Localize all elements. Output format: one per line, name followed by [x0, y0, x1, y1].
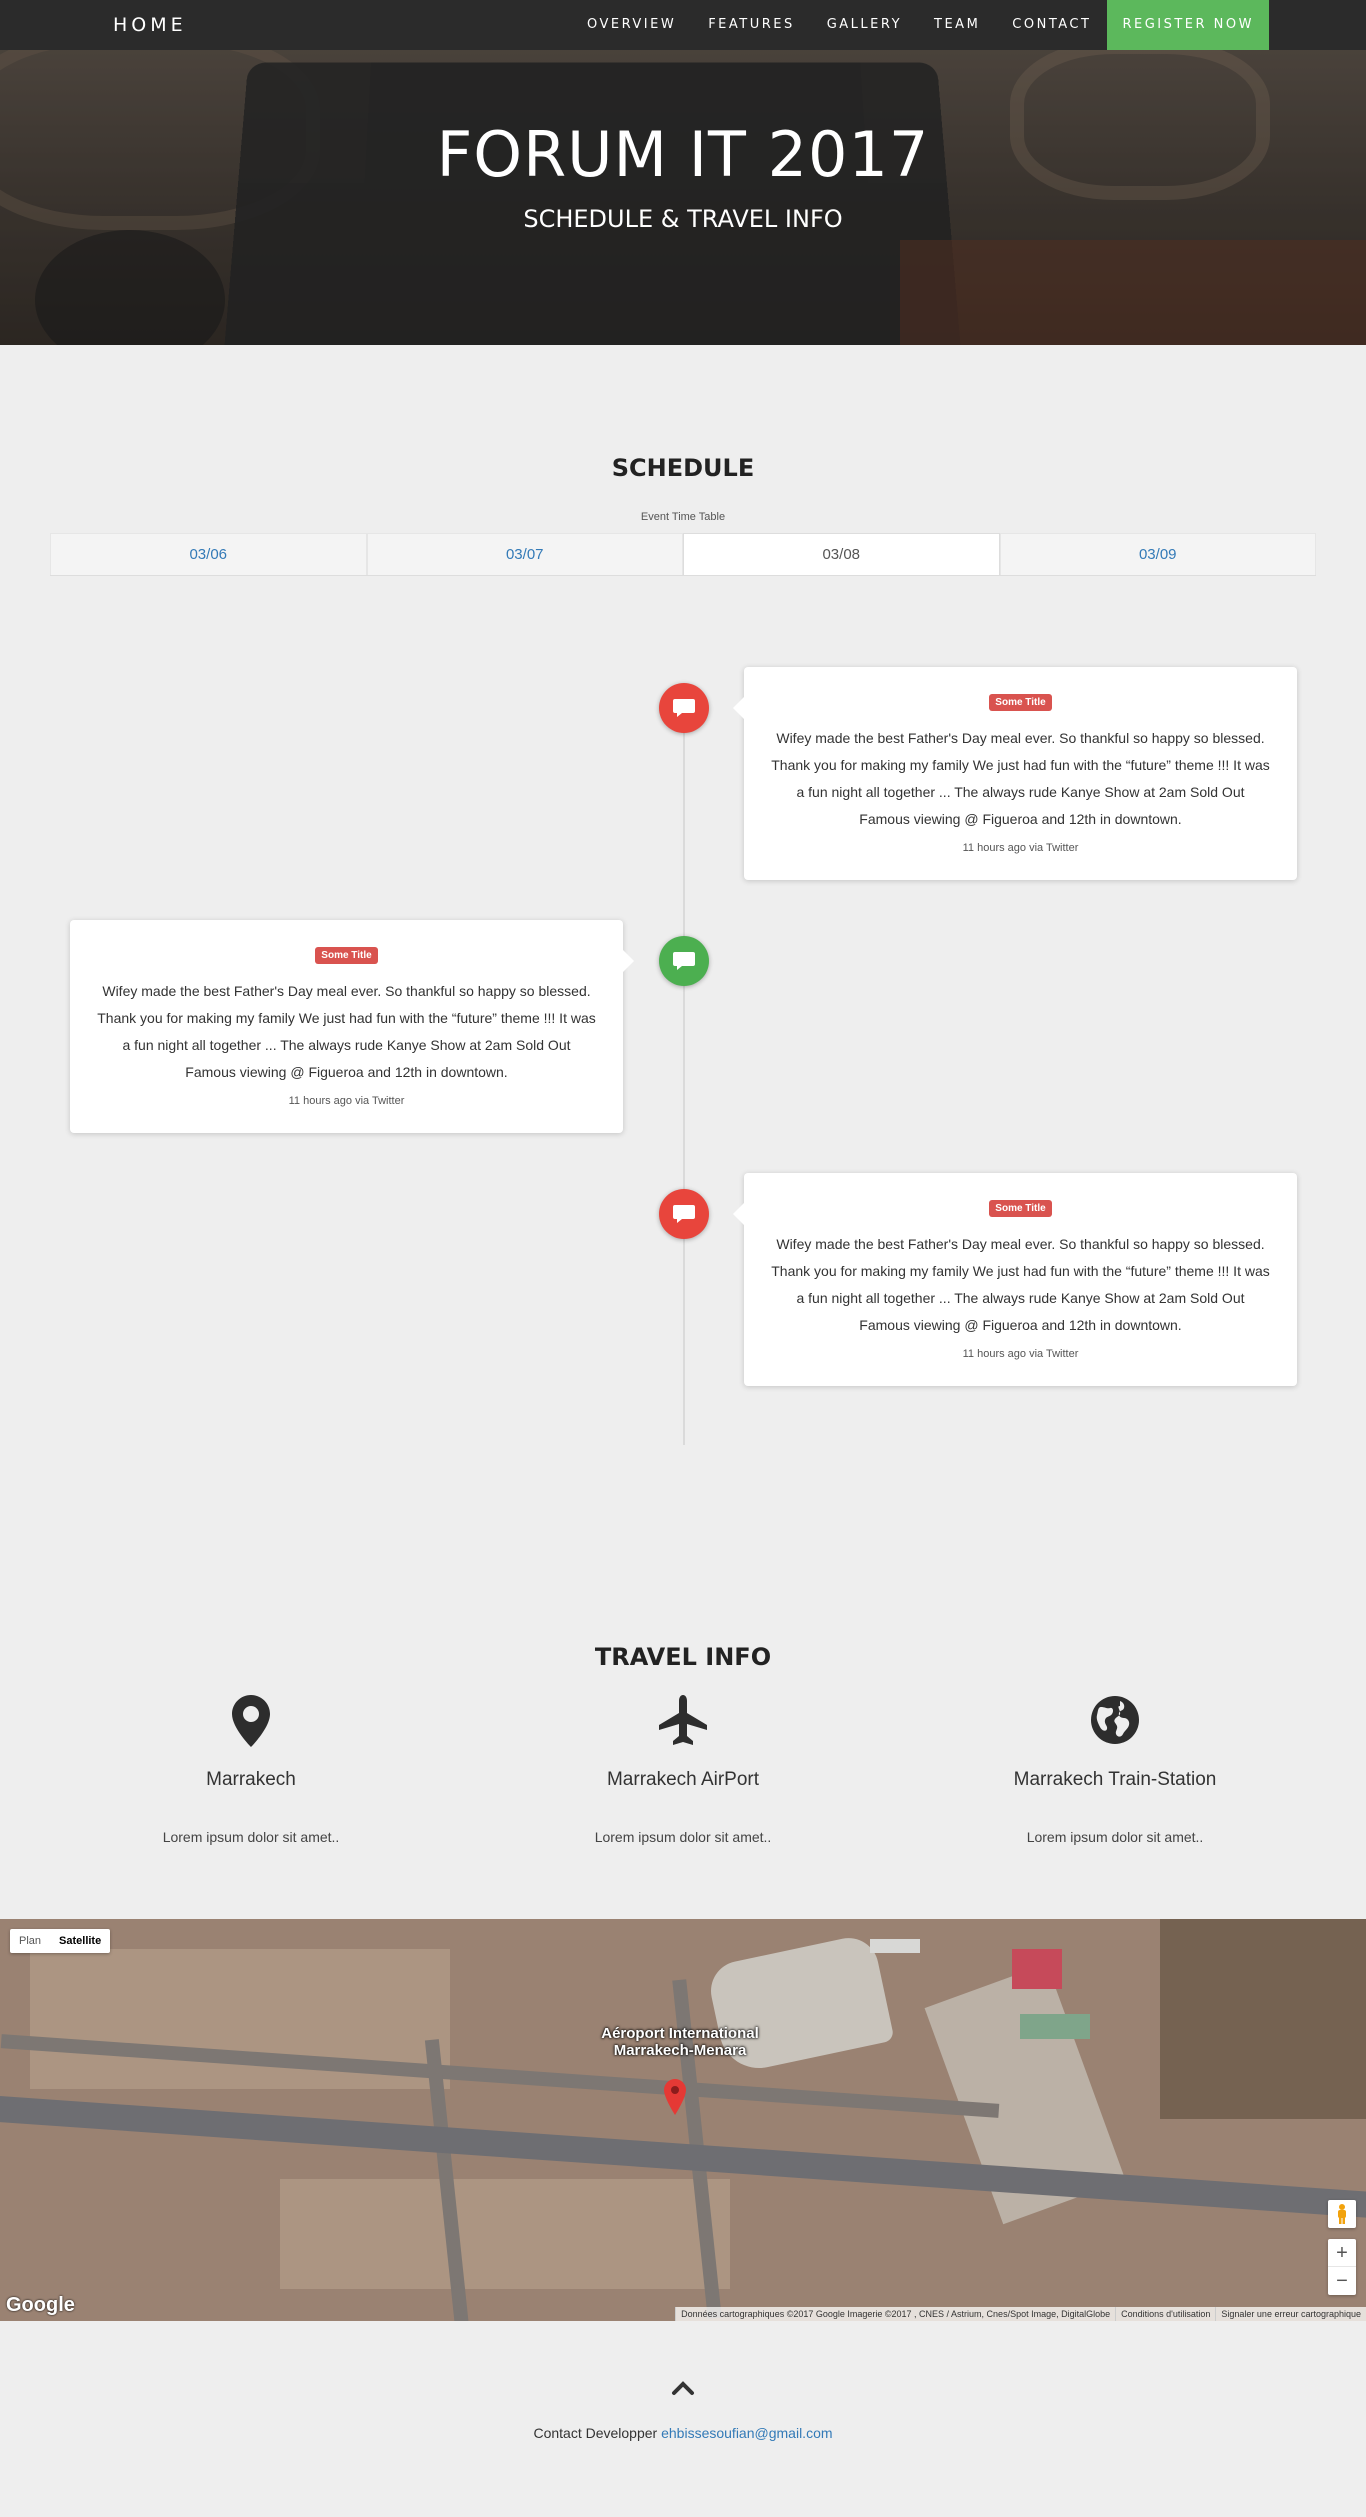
travel-desc: Lorem ipsum dolor sit amet.. — [594, 1829, 772, 1845]
footer-email-link[interactable]: ehbissesoufian@gmail.com — [661, 2425, 832, 2441]
nav-menu: OVERVIEW FEATURES GALLERY TEAM CONTACT R… — [571, 0, 1269, 50]
map-terms-link[interactable]: Conditions d'utilisation — [1115, 2307, 1215, 2321]
tab-0309[interactable]: 03/09 — [999, 533, 1316, 575]
map-report-error-link[interactable]: Signaler une erreur cartographique — [1215, 2307, 1366, 2321]
map-pin-icon[interactable] — [664, 2079, 686, 2115]
zoom-in-button[interactable]: + — [1328, 2239, 1356, 2267]
timeline-line — [683, 690, 685, 1445]
nav-item-gallery[interactable]: GALLERY — [811, 0, 918, 50]
plane-icon — [659, 1695, 707, 1745]
map-orchard — [1160, 1919, 1366, 2119]
map-building — [1020, 2014, 1090, 2039]
card-pointer — [733, 697, 744, 719]
travel-item-airport: Marrakech AirPort Lorem ipsum dolor sit … — [533, 1695, 833, 1845]
top-navbar: HOME OVERVIEW FEATURES GALLERY TEAM CONT… — [0, 0, 1366, 50]
comment-icon — [673, 952, 695, 970]
tab-0306[interactable]: 03/06 — [50, 533, 367, 575]
timeline-badge-2 — [659, 936, 709, 986]
schedule-heading: SCHEDULE — [611, 454, 755, 482]
map-building — [1012, 1949, 1062, 1989]
travel-place: Marrakech Train-Station — [1013, 1769, 1217, 1790]
google-logo: Google — [6, 2294, 75, 2316]
map-marker-label: Aéroport International Marrakech-Menara — [601, 2025, 759, 2059]
map-type-control: Plan Satellite — [10, 1929, 111, 1953]
hero-title: FORUM IT 2017 — [436, 118, 930, 191]
map-type-plan[interactable]: Plan — [10, 1929, 50, 1953]
nav-brand-home[interactable]: HOME — [113, 0, 187, 50]
hero-banner: FORUM IT 2017 SCHEDULE & TRAVEL INFO — [0, 0, 1366, 345]
card-meta: 11 hours ago via Twitter — [962, 842, 1079, 854]
timeline-badge-1 — [659, 683, 709, 733]
globe-icon — [1091, 1696, 1139, 1744]
street-view-pegman[interactable] — [1328, 2200, 1356, 2228]
date-tabs: 03/06 03/07 03/08 03/09 — [50, 533, 1316, 576]
pegman-icon — [1338, 2204, 1346, 2224]
card-title-badge: Some Title — [989, 694, 1052, 711]
travel-desc: Lorem ipsum dolor sit amet.. — [1026, 1829, 1204, 1845]
travel-item-train-station: Marrakech Train-Station Lorem ipsum dolo… — [965, 1695, 1265, 1845]
footer-contact-label: Contact Developper — [533, 2425, 658, 2441]
comment-icon — [673, 1205, 695, 1223]
card-pointer — [733, 1203, 744, 1225]
nav-item-contact[interactable]: CONTACT — [996, 0, 1107, 50]
map-data-credits: Données cartographiques ©2017 Google Ima… — [675, 2307, 1115, 2321]
nav-item-features[interactable]: FEATURES — [692, 0, 811, 50]
schedule-subtitle: Event Time Table — [640, 511, 726, 523]
map-attribution: Données cartographiques ©2017 Google Ima… — [675, 2307, 1366, 2321]
travel-place: Marrakech — [206, 1769, 296, 1790]
tab-0307[interactable]: 03/07 — [366, 533, 683, 575]
timeline-card: Some Title Wifey made the best Father's … — [733, 1173, 1297, 1386]
google-map[interactable]: Plan Satellite Aéroport International Ma… — [0, 1919, 1366, 2321]
map-type-satellite[interactable]: Satellite — [50, 1929, 110, 1953]
timeline-card: Some Title Wifey made the best Father's … — [70, 920, 634, 1133]
travel-item-marrakech: Marrakech Lorem ipsum dolor sit amet.. — [101, 1695, 401, 1845]
zoom-out-button[interactable]: − — [1328, 2267, 1356, 2295]
tab-0308[interactable]: 03/08 — [683, 533, 1000, 575]
card-meta: 11 hours ago via Twitter — [962, 1348, 1079, 1360]
card-text: Wifey made the best Father's Day meal ev… — [771, 1236, 1270, 1333]
nav-item-team[interactable]: TEAM — [918, 0, 996, 50]
map-marker-icon — [232, 1695, 270, 1747]
map-terrain — [280, 2179, 730, 2289]
travel-heading: TRAVEL INFO — [594, 1643, 772, 1671]
register-now-button[interactable]: REGISTER NOW — [1107, 0, 1269, 50]
hero-subtitle: SCHEDULE & TRAVEL INFO — [523, 205, 843, 233]
travel-desc: Lorem ipsum dolor sit amet.. — [162, 1829, 340, 1845]
timeline-card: Some Title Wifey made the best Father's … — [733, 667, 1297, 880]
card-text: Wifey made the best Father's Day meal ev… — [97, 983, 596, 1080]
travel-place: Marrakech AirPort — [606, 1769, 760, 1790]
footer-contact: Contact Developper ehbissesoufian@gmail.… — [0, 2425, 1366, 2441]
card-title-badge: Some Title — [315, 947, 378, 964]
map-building — [870, 1939, 920, 1953]
nav-item-overview[interactable]: OVERVIEW — [571, 0, 692, 50]
timeline-badge-3 — [659, 1189, 709, 1239]
card-pointer — [623, 950, 634, 972]
card-title-badge: Some Title — [989, 1200, 1052, 1217]
map-zoom-control: + − — [1328, 2239, 1356, 2295]
card-meta: 11 hours ago via Twitter — [288, 1095, 405, 1107]
scroll-top-chevron-icon[interactable] — [671, 2380, 695, 2396]
card-text: Wifey made the best Father's Day meal ev… — [771, 730, 1270, 827]
comment-icon — [673, 699, 695, 717]
